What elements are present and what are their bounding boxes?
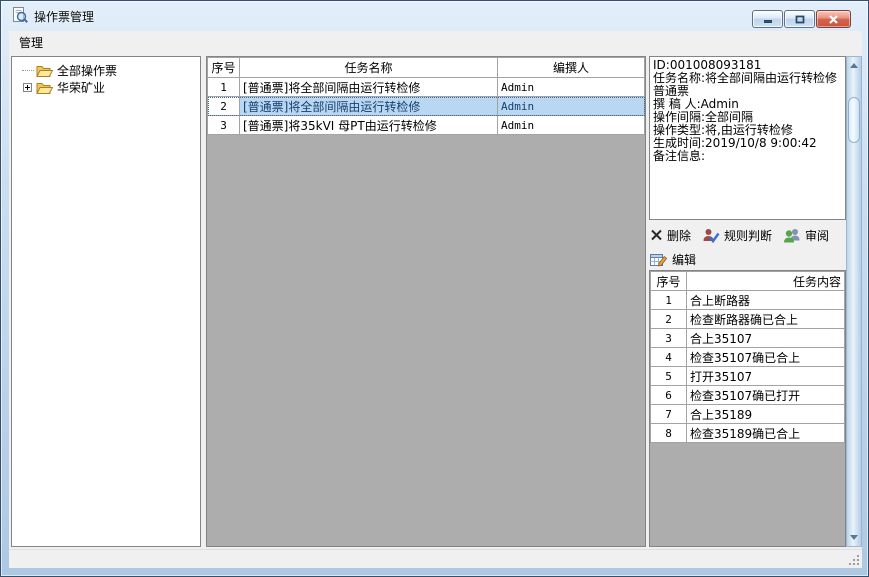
details-line: 任务名称:将全部间隔由运行转检修 普通票 (653, 72, 842, 98)
step-cell-content: 打开35107 (687, 367, 845, 386)
step-row[interactable]: 2 检查断路器确已合上 (651, 310, 845, 329)
edit-button-label: 编辑 (672, 251, 696, 268)
person-check-icon (702, 228, 720, 243)
maximize-button[interactable] (784, 10, 815, 28)
menu-bar: 管理 (9, 31, 862, 54)
step-cell-no: 2 (651, 310, 687, 329)
details-text: ID:001008093181任务名称:将全部间隔由运行转检修 普通票撰 稿 人… (649, 56, 846, 220)
step-cell-no: 5 (651, 367, 687, 386)
task-table-body: 1 [普通票]将全部间隔由运行转检修 Admin 2 [普通票]将全部间隔由运行… (208, 78, 645, 135)
task-header-name[interactable]: 任务名称 (240, 58, 498, 78)
step-row[interactable]: 7 合上35189 (651, 405, 845, 424)
delete-button-label: 删除 (667, 227, 691, 244)
step-cell-content: 合上35189 (687, 405, 845, 424)
task-cell-name: [普通票]将全部间隔由运行转检修 (240, 97, 498, 116)
close-button[interactable] (816, 10, 851, 28)
step-row[interactable]: 5 打开35107 (651, 367, 845, 386)
step-cell-no: 1 (651, 291, 687, 310)
task-table: 序号 任务名称 编撰人 1 [普通票]将全部间隔由运行转检修 Admin 2 [… (207, 57, 645, 135)
steps-table: 序号 任务内容 1 合上断路器 2 检查断路器确已合上 3 合上35107 4 … (650, 271, 845, 443)
task-cell-author: Admin (498, 116, 645, 135)
step-cell-content: 检查35107确已合上 (687, 348, 845, 367)
window-title: 操作票管理 (34, 8, 94, 25)
tree-item-label: 全部操作票 (53, 62, 117, 79)
steps-header-content[interactable]: 任务内容 (687, 272, 845, 291)
tree-connector (21, 70, 34, 71)
step-cell-no: 7 (651, 405, 687, 424)
expand-plus-icon[interactable] (23, 81, 32, 95)
task-header-no[interactable]: 序号 (208, 58, 240, 78)
two-persons-icon (783, 228, 801, 243)
client-area: 管理 全部操作票 (9, 31, 862, 568)
step-cell-content: 合上断路器 (687, 291, 845, 310)
detail-panel: ID:001008093181任务名称:将全部间隔由运行转检修 普通票撰 稿 人… (649, 56, 846, 547)
task-row[interactable]: 3 [普通票]将35kVⅠ 母PT由运行转检修 Admin (208, 116, 645, 135)
task-row[interactable]: 2 [普通票]将全部间隔由运行转检修 Admin (208, 97, 645, 116)
content-area: 全部操作票 华荣矿业 序号 任务名称 (9, 54, 862, 549)
close-icon (828, 15, 839, 24)
steps-table-body: 1 合上断路器 2 检查断路器确已合上 3 合上35107 4 检查35107确… (651, 291, 845, 443)
menu-item-manage[interactable]: 管理 (12, 31, 50, 54)
scrollbar-up-icon[interactable] (850, 63, 858, 68)
step-cell-no: 3 (651, 329, 687, 348)
task-cell-no: 2 (208, 97, 240, 116)
tree-item[interactable]: 全部操作票 (12, 62, 200, 79)
vertical-scrollbar[interactable] (846, 56, 862, 547)
step-row[interactable]: 3 合上35107 (651, 329, 845, 348)
step-cell-content: 检查35189确已合上 (687, 424, 845, 443)
step-cell-content: 检查35107确已打开 (687, 386, 845, 405)
ticket-tree[interactable]: 全部操作票 华荣矿业 (11, 56, 201, 547)
step-cell-no: 6 (651, 386, 687, 405)
edit-grid-pencil-icon (650, 252, 668, 267)
edit-button[interactable]: 编辑 (650, 251, 696, 268)
window-controls (752, 10, 851, 28)
task-cell-name: [普通票]将35kVⅠ 母PT由运行转检修 (240, 116, 498, 135)
app-magnifier-icon (12, 7, 28, 26)
task-table-header-row: 序号 任务名称 编撰人 (208, 58, 645, 78)
step-cell-content: 合上35107 (687, 329, 845, 348)
details-line: 备注信息: (653, 150, 842, 163)
app-window: 操作票管理 管理 全部 (0, 0, 869, 577)
title-bar[interactable]: 操作票管理 (1, 1, 868, 31)
steps-panel: 序号 任务内容 1 合上断路器 2 检查断路器确已合上 3 合上35107 4 … (649, 270, 846, 547)
task-row[interactable]: 1 [普通票]将全部间隔由运行转检修 Admin (208, 78, 645, 97)
step-row[interactable]: 4 检查35107确已合上 (651, 348, 845, 367)
actions-toolbar: 删除 规则判断 (650, 223, 846, 247)
review-button-label: 审阅 (805, 227, 829, 244)
delete-button[interactable]: 删除 (650, 227, 691, 244)
scrollbar-down-icon[interactable] (850, 535, 858, 540)
review-button[interactable]: 审阅 (783, 227, 829, 244)
step-row[interactable]: 1 合上断路器 (651, 291, 845, 310)
task-cell-no: 1 (208, 78, 240, 97)
task-cell-author: Admin (498, 78, 645, 97)
maximize-icon (795, 15, 805, 24)
folder-icon (36, 64, 53, 78)
step-cell-content: 检查断路器确已合上 (687, 310, 845, 329)
task-header-author[interactable]: 编撰人 (498, 58, 645, 78)
rule-check-button-label: 规则判断 (724, 227, 772, 244)
steps-table-header-row: 序号 任务内容 (651, 272, 845, 291)
rule-check-button[interactable]: 规则判断 (702, 227, 772, 244)
status-bar (9, 549, 862, 568)
tree-item[interactable]: 华荣矿业 (12, 79, 200, 96)
folder-icon (36, 81, 53, 95)
step-cell-no: 4 (651, 348, 687, 367)
minimize-button[interactable] (752, 10, 783, 28)
minimize-icon (763, 15, 773, 24)
task-cell-no: 3 (208, 116, 240, 135)
delete-x-icon (650, 229, 663, 241)
step-cell-no: 8 (651, 424, 687, 443)
edit-toolbar: 编辑 (650, 248, 846, 270)
task-cell-name: [普通票]将全部间隔由运行转检修 (240, 78, 498, 97)
scrollbar-thumb[interactable] (848, 97, 860, 143)
steps-header-no[interactable]: 序号 (651, 272, 687, 291)
step-row[interactable]: 8 检查35189确已合上 (651, 424, 845, 443)
tree-connector (21, 81, 34, 95)
tree-item-label: 华荣矿业 (53, 79, 105, 96)
task-cell-author: Admin (498, 97, 645, 116)
task-list-panel: 序号 任务名称 编撰人 1 [普通票]将全部间隔由运行转检修 Admin 2 [… (206, 56, 646, 547)
step-row[interactable]: 6 检查35107确已打开 (651, 386, 845, 405)
resize-grip[interactable] (847, 553, 859, 565)
